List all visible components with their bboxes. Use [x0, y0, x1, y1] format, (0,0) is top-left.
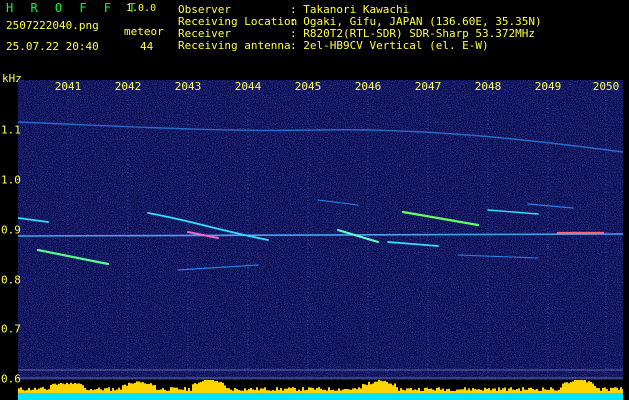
y-tick-label: 1.1 [1, 123, 21, 137]
x-tick-label: 2050 [592, 80, 620, 93]
y-tick-label: 1.0 [1, 173, 21, 187]
y-tick-label: 0.9 [1, 223, 21, 237]
spectrogram-canvas [18, 80, 623, 380]
app-title: H R O F F T [6, 1, 141, 15]
y-tick-label: 0.8 [1, 273, 21, 287]
x-tick-label: 2041 [54, 80, 82, 93]
signal-level-bars [18, 380, 623, 400]
meteor-label: meteor [124, 25, 164, 38]
spectrogram [18, 80, 623, 380]
x-tick-label: 2048 [474, 80, 502, 93]
x-tick-label: 2044 [234, 80, 262, 93]
antenna-value: : 2el-HB9CV Vertical (el. E-W) [290, 39, 489, 52]
y-tick-label: 0.6 [1, 372, 21, 386]
x-tick-label: 2046 [354, 80, 382, 93]
x-tick-label: 2043 [174, 80, 202, 93]
signal-level-strip [18, 380, 623, 400]
app-version: 1.0.0 [126, 3, 157, 14]
file-name: 2507222040.png [6, 19, 99, 32]
y-tick-label: 0.7 [1, 322, 21, 336]
datetime: 25.07.22 20:40 [6, 40, 99, 53]
x-tick-label: 2042 [114, 80, 142, 93]
antenna-key: Receiving antenna [178, 39, 291, 52]
x-tick-label: 2049 [534, 80, 562, 93]
meteor-count: 44 [140, 40, 154, 53]
x-tick-label: 2047 [414, 80, 442, 93]
x-tick-label: 2045 [294, 80, 322, 93]
header: H R O F F T 1.0.0 2507222040.png meteor … [0, 0, 629, 78]
